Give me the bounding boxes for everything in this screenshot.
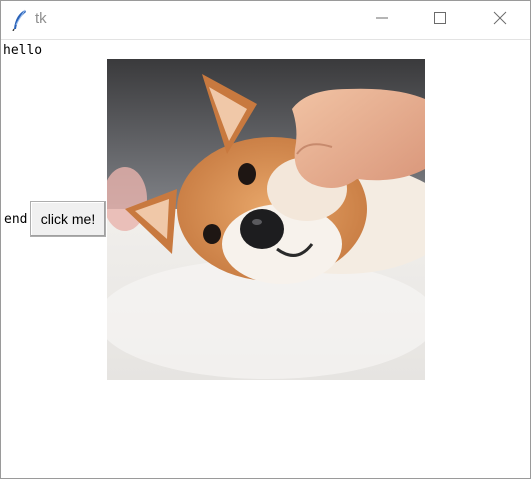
feather-icon — [11, 9, 29, 32]
window-title: tk — [35, 10, 47, 27]
minimize-button[interactable] — [353, 1, 411, 39]
click-me-button[interactable]: click me! — [30, 201, 106, 237]
end-label: end — [4, 212, 28, 227]
maximize-button[interactable] — [411, 1, 469, 39]
title-bar[interactable]: tk — [1, 1, 530, 40]
app-window: tk hello end click me! — [0, 0, 531, 479]
close-button[interactable] — [471, 1, 529, 39]
hello-label: hello — [3, 43, 43, 58]
client-area: hello end click me! — [1, 40, 530, 478]
close-icon — [493, 11, 507, 30]
maximize-icon — [434, 11, 446, 29]
minimize-icon — [376, 11, 388, 29]
dog-photo — [107, 59, 425, 380]
